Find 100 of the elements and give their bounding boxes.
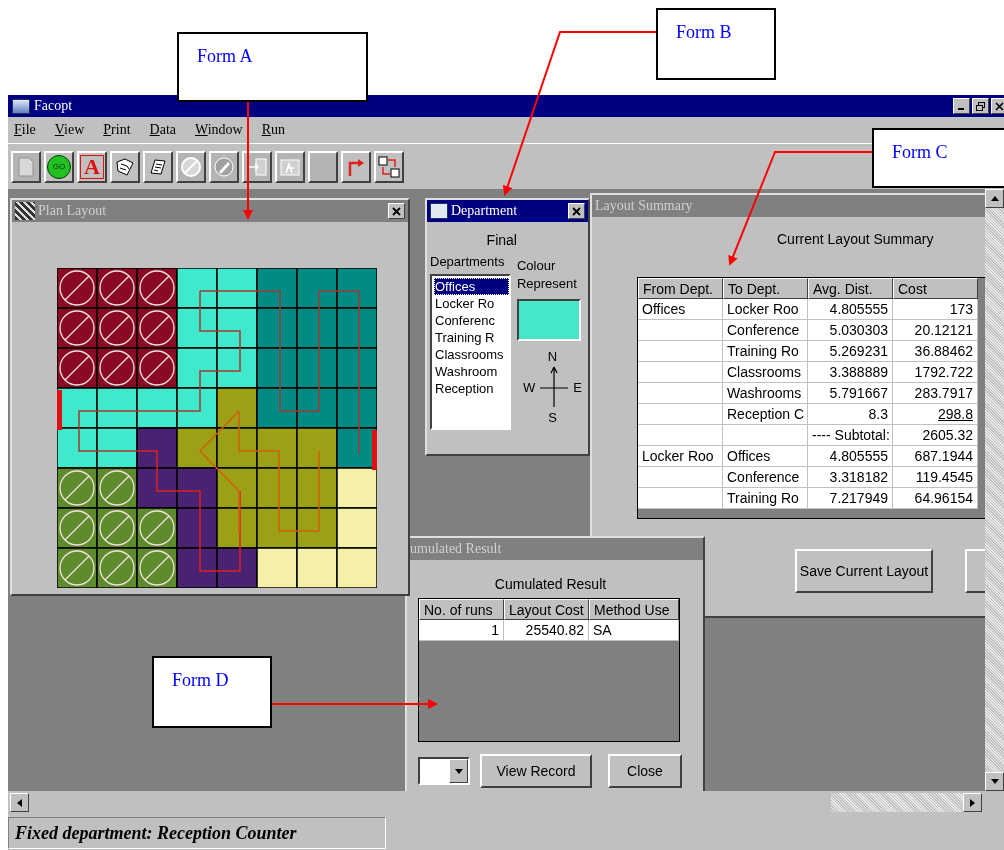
table-cell: 3.318182: [808, 467, 893, 488]
view-record-button[interactable]: View Record: [480, 754, 592, 788]
column-header[interactable]: Method Use: [589, 599, 679, 620]
column-header[interactable]: To Dept.: [723, 278, 808, 299]
pencil-icon: [213, 155, 235, 178]
table-cell: 4.805555: [808, 446, 893, 467]
no-entry-icon: [180, 155, 202, 178]
table-cell: 1792.722: [893, 362, 978, 383]
close-icon: [392, 206, 401, 216]
table-cell: Classrooms: [723, 362, 808, 383]
window-title: Layout Summary: [592, 195, 985, 217]
table-cell: Locker Roo: [723, 299, 808, 320]
table-cell: Conference: [723, 467, 808, 488]
menu-item[interactable]: Data: [149, 122, 176, 138]
up-arrow-icon: [990, 196, 999, 201]
column-header[interactable]: Layout Cost: [504, 599, 589, 620]
department-item[interactable]: Classrooms: [434, 346, 509, 363]
vertical-scrollbar[interactable]: [985, 189, 1004, 791]
table-cell: Locker Roo: [638, 446, 723, 467]
department-item[interactable]: Reception: [434, 380, 509, 397]
toolbar-button[interactable]: [143, 150, 173, 183]
close-button[interactable]: [388, 203, 405, 219]
window-title: Department: [451, 203, 518, 219]
close-icon: [572, 206, 581, 216]
table-cell: Conference: [723, 320, 808, 341]
table-cell: 36.88462: [893, 341, 978, 362]
restore-icon: [976, 101, 985, 111]
table-cell: 283.7917: [893, 383, 978, 404]
folder-icon: [430, 203, 448, 219]
column-header[interactable]: No. of runs: [419, 599, 504, 620]
toolbar-button[interactable]: [341, 150, 371, 183]
dropdown-arrow-icon: [454, 768, 463, 774]
window-icon: [15, 202, 35, 220]
table-cell: Offices: [723, 446, 808, 467]
department-item[interactable]: Conferenc: [434, 312, 509, 329]
callout-label: Form C: [892, 142, 948, 162]
table-cell: 5.791667: [808, 383, 893, 404]
column-header[interactable]: From Dept.: [638, 278, 723, 299]
final-label: Final: [486, 232, 517, 250]
table-cell: Training Ro: [723, 341, 808, 362]
table-cell: 5.269231: [808, 341, 893, 362]
table-cell: 173: [893, 299, 978, 320]
menu-item[interactable]: Run: [261, 122, 285, 138]
status-text: Fixed department: Reception Counter: [8, 817, 386, 849]
compass-drawing: N W E S: [522, 349, 583, 425]
toolbar-button[interactable]: [110, 150, 140, 183]
department-item[interactable]: Offices: [434, 278, 509, 295]
figure-icon: [279, 156, 301, 177]
left-arrow-icon: [17, 798, 22, 807]
table-cell: 2605.32: [893, 425, 978, 446]
right-arrow-icon: [970, 798, 975, 807]
close-button[interactable]: [568, 203, 585, 219]
results-heading: Cumulated Result: [493, 575, 608, 594]
window-title: Plan Layout: [38, 203, 107, 219]
menu-item[interactable]: View: [54, 122, 85, 138]
table-cell: 5.030303: [808, 320, 893, 341]
close-icon: [995, 101, 1004, 111]
department-item[interactable]: Locker Ro: [434, 295, 509, 312]
table-cell: SA: [589, 620, 679, 641]
menu-item[interactable]: File: [14, 122, 36, 138]
table-cell: 298.8: [893, 404, 978, 425]
column-header[interactable]: Cost: [893, 278, 978, 299]
toolbar-button[interactable]: [374, 150, 404, 183]
menu-item[interactable]: Window: [195, 122, 243, 138]
record-dropdown[interactable]: [418, 757, 470, 785]
toolbar-button[interactable]: GO: [44, 150, 74, 183]
close-button[interactable]: Close: [608, 754, 682, 788]
departments-label: Departments: [430, 254, 506, 271]
table-cell: 4.805555: [808, 299, 893, 320]
colour-label: Colour Represent: [516, 257, 578, 293]
table-cell: Washrooms: [723, 383, 808, 404]
table-cell: Reception C: [723, 404, 808, 425]
minimize-button[interactable]: [953, 98, 970, 114]
down-arrow-icon: [990, 779, 999, 784]
table-cell: 20.12121: [893, 320, 978, 341]
callout-label: Form A: [197, 46, 253, 66]
table-cell: 3.388889: [808, 362, 893, 383]
menu-item[interactable]: Print: [103, 122, 131, 138]
document-icon: [18, 156, 34, 177]
arrow-into-box-icon: [246, 156, 268, 177]
table-cell: 25540.82: [504, 620, 589, 641]
department-item[interactable]: Washroom: [434, 363, 509, 380]
window-title: Facopt: [34, 98, 74, 114]
table-cell: 8.3: [808, 404, 893, 425]
restore-button[interactable]: [972, 98, 989, 114]
table-cell: Offices: [638, 299, 723, 320]
table-cell: 64.96154: [893, 488, 978, 509]
department-item[interactable]: Training R: [434, 329, 509, 346]
callout-label: Form B: [676, 22, 732, 42]
table-cell: 1: [419, 620, 504, 641]
table-cell: ---- Subtotal:: [808, 425, 893, 446]
save-layout-button[interactable]: Save Current Layout: [795, 549, 933, 593]
table-cell: 7.217949: [808, 488, 893, 509]
window-title: umulated Result: [407, 538, 703, 560]
table-cell: 119.4545: [893, 467, 978, 488]
close-button[interactable]: [991, 98, 1004, 114]
column-header[interactable]: Avg. Dist.: [808, 278, 893, 299]
summary-heading: Current Layout Summary: [776, 231, 935, 249]
table-cell: Training Ro: [723, 488, 808, 509]
swap-icon: [378, 155, 400, 178]
